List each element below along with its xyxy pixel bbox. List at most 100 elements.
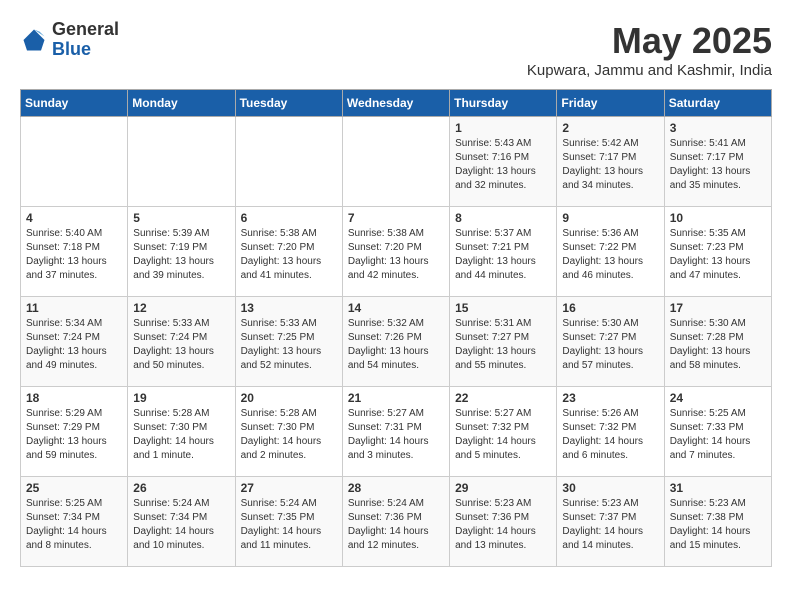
day-info: Sunrise: 5:41 AM Sunset: 7:17 PM Dayligh…	[670, 137, 766, 193]
calendar-week-4: 18 Sunrise: 5:29 AM Sunset: 7:29 PM Dayli…	[21, 387, 772, 477]
logo-blue-text: Blue	[52, 40, 119, 60]
day-info: Sunrise: 5:30 AM Sunset: 7:28 PM Dayligh…	[670, 317, 766, 373]
day-info: Sunrise: 5:28 AM Sunset: 7:30 PM Dayligh…	[241, 407, 337, 463]
day-info: Sunrise: 5:36 AM Sunset: 7:22 PM Dayligh…	[562, 227, 658, 283]
day-info: Sunrise: 5:24 AM Sunset: 7:36 PM Dayligh…	[348, 497, 444, 553]
day-number: 19	[133, 391, 229, 405]
logo: General Blue	[20, 20, 119, 60]
day-info: Sunrise: 5:39 AM Sunset: 7:19 PM Dayligh…	[133, 227, 229, 283]
day-info: Sunrise: 5:28 AM Sunset: 7:30 PM Dayligh…	[133, 407, 229, 463]
calendar-cell: 18 Sunrise: 5:29 AM Sunset: 7:29 PM Dayli…	[21, 387, 128, 477]
day-number: 12	[133, 301, 229, 315]
day-number: 11	[26, 301, 122, 315]
calendar-cell: 25 Sunrise: 5:25 AM Sunset: 7:34 PM Dayli…	[21, 477, 128, 567]
calendar-week-1: 1 Sunrise: 5:43 AM Sunset: 7:16 PM Daylig…	[21, 117, 772, 207]
calendar-cell: 6 Sunrise: 5:38 AM Sunset: 7:20 PM Daylig…	[235, 207, 342, 297]
calendar-week-2: 4Sunrise: 5:40 AM Sunset: 7:18 PM Daylig…	[21, 207, 772, 297]
day-number: 26	[133, 481, 229, 495]
day-number: 8	[455, 211, 551, 225]
calendar-cell: 2 Sunrise: 5:42 AM Sunset: 7:17 PM Daylig…	[557, 117, 664, 207]
day-number: 30	[562, 481, 658, 495]
calendar-header-row: Sunday Monday Tuesday Wednesday Thursday…	[21, 90, 772, 117]
day-number: 1	[455, 121, 551, 135]
day-info: Sunrise: 5:26 AM Sunset: 7:32 PM Dayligh…	[562, 407, 658, 463]
location-text: Kupwara, Jammu and Kashmir, India	[527, 62, 772, 79]
day-number: 15	[455, 301, 551, 315]
day-info: Sunrise: 5:23 AM Sunset: 7:38 PM Dayligh…	[670, 497, 766, 553]
day-info: Sunrise: 5:35 AM Sunset: 7:23 PM Dayligh…	[670, 227, 766, 283]
day-info: Sunrise: 5:29 AM Sunset: 7:29 PM Dayligh…	[26, 407, 122, 463]
page-header: General Blue May 2025 Kupwara, Jammu and…	[20, 20, 772, 79]
day-number: 27	[241, 481, 337, 495]
calendar-cell: 31 Sunrise: 5:23 AM Sunset: 7:38 PM Dayli…	[664, 477, 771, 567]
day-number: 18	[26, 391, 122, 405]
day-number: 31	[670, 481, 766, 495]
day-info: Sunrise: 5:33 AM Sunset: 7:24 PM Dayligh…	[133, 317, 229, 373]
calendar-cell	[342, 117, 449, 207]
calendar-cell: 4Sunrise: 5:40 AM Sunset: 7:18 PM Daylig…	[21, 207, 128, 297]
calendar-week-3: 11 Sunrise: 5:34 AM Sunset: 7:24 PM Dayli…	[21, 297, 772, 387]
day-info: Sunrise: 5:27 AM Sunset: 7:32 PM Dayligh…	[455, 407, 551, 463]
day-info: Sunrise: 5:31 AM Sunset: 7:27 PM Dayligh…	[455, 317, 551, 373]
calendar-cell	[128, 117, 235, 207]
logo-icon	[20, 26, 48, 54]
calendar-cell	[235, 117, 342, 207]
calendar-cell: 21Sunrise: 5:27 AM Sunset: 7:31 PM Dayli…	[342, 387, 449, 477]
calendar-cell: 9Sunrise: 5:36 AM Sunset: 7:22 PM Daylig…	[557, 207, 664, 297]
header-saturday: Saturday	[664, 90, 771, 117]
calendar-week-5: 25 Sunrise: 5:25 AM Sunset: 7:34 PM Dayli…	[21, 477, 772, 567]
day-number: 29	[455, 481, 551, 495]
day-info: Sunrise: 5:23 AM Sunset: 7:37 PM Dayligh…	[562, 497, 658, 553]
day-number: 25	[26, 481, 122, 495]
calendar-cell: 1 Sunrise: 5:43 AM Sunset: 7:16 PM Daylig…	[450, 117, 557, 207]
day-info: Sunrise: 5:37 AM Sunset: 7:21 PM Dayligh…	[455, 227, 551, 283]
day-number: 6	[241, 211, 337, 225]
day-info: Sunrise: 5:27 AM Sunset: 7:31 PM Dayligh…	[348, 407, 444, 463]
calendar-cell: 20 Sunrise: 5:28 AM Sunset: 7:30 PM Dayli…	[235, 387, 342, 477]
title-block: May 2025 Kupwara, Jammu and Kashmir, Ind…	[527, 20, 772, 79]
calendar-cell	[21, 117, 128, 207]
logo-general-text: General	[52, 20, 119, 40]
header-friday: Friday	[557, 90, 664, 117]
calendar-cell: 12 Sunrise: 5:33 AM Sunset: 7:24 PM Dayli…	[128, 297, 235, 387]
calendar-cell: 23 Sunrise: 5:26 AM Sunset: 7:32 PM Dayli…	[557, 387, 664, 477]
day-info: Sunrise: 5:32 AM Sunset: 7:26 PM Dayligh…	[348, 317, 444, 373]
header-wednesday: Wednesday	[342, 90, 449, 117]
day-info: Sunrise: 5:38 AM Sunset: 7:20 PM Dayligh…	[348, 227, 444, 283]
calendar-cell: 22Sunrise: 5:27 AM Sunset: 7:32 PM Dayli…	[450, 387, 557, 477]
day-info: Sunrise: 5:43 AM Sunset: 7:16 PM Dayligh…	[455, 137, 551, 193]
day-info: Sunrise: 5:38 AM Sunset: 7:20 PM Dayligh…	[241, 227, 337, 283]
month-title: May 2025	[527, 20, 772, 62]
day-number: 14	[348, 301, 444, 315]
calendar-cell: 14 Sunrise: 5:32 AM Sunset: 7:26 PM Dayli…	[342, 297, 449, 387]
day-info: Sunrise: 5:25 AM Sunset: 7:33 PM Dayligh…	[670, 407, 766, 463]
calendar-cell: 13Sunrise: 5:33 AM Sunset: 7:25 PM Dayli…	[235, 297, 342, 387]
calendar-cell: 16Sunrise: 5:30 AM Sunset: 7:27 PM Dayli…	[557, 297, 664, 387]
day-number: 23	[562, 391, 658, 405]
calendar-cell: 28 Sunrise: 5:24 AM Sunset: 7:36 PM Dayli…	[342, 477, 449, 567]
day-info: Sunrise: 5:25 AM Sunset: 7:34 PM Dayligh…	[26, 497, 122, 553]
day-info: Sunrise: 5:24 AM Sunset: 7:35 PM Dayligh…	[241, 497, 337, 553]
calendar-cell: 26Sunrise: 5:24 AM Sunset: 7:34 PM Dayli…	[128, 477, 235, 567]
day-number: 17	[670, 301, 766, 315]
day-info: Sunrise: 5:42 AM Sunset: 7:17 PM Dayligh…	[562, 137, 658, 193]
day-info: Sunrise: 5:30 AM Sunset: 7:27 PM Dayligh…	[562, 317, 658, 373]
header-monday: Monday	[128, 90, 235, 117]
day-number: 3	[670, 121, 766, 135]
calendar-cell: 27 Sunrise: 5:24 AM Sunset: 7:35 PM Dayli…	[235, 477, 342, 567]
calendar-cell: 29Sunrise: 5:23 AM Sunset: 7:36 PM Dayli…	[450, 477, 557, 567]
day-number: 2	[562, 121, 658, 135]
calendar-table: Sunday Monday Tuesday Wednesday Thursday…	[20, 89, 772, 567]
day-number: 7	[348, 211, 444, 225]
calendar-cell: 19 Sunrise: 5:28 AM Sunset: 7:30 PM Dayli…	[128, 387, 235, 477]
day-number: 10	[670, 211, 766, 225]
day-number: 20	[241, 391, 337, 405]
header-tuesday: Tuesday	[235, 90, 342, 117]
day-number: 5	[133, 211, 229, 225]
day-number: 28	[348, 481, 444, 495]
header-sunday: Sunday	[21, 90, 128, 117]
day-info: Sunrise: 5:34 AM Sunset: 7:24 PM Dayligh…	[26, 317, 122, 373]
calendar-cell: 24Sunrise: 5:25 AM Sunset: 7:33 PM Dayli…	[664, 387, 771, 477]
day-info: Sunrise: 5:33 AM Sunset: 7:25 PM Dayligh…	[241, 317, 337, 373]
header-thursday: Thursday	[450, 90, 557, 117]
